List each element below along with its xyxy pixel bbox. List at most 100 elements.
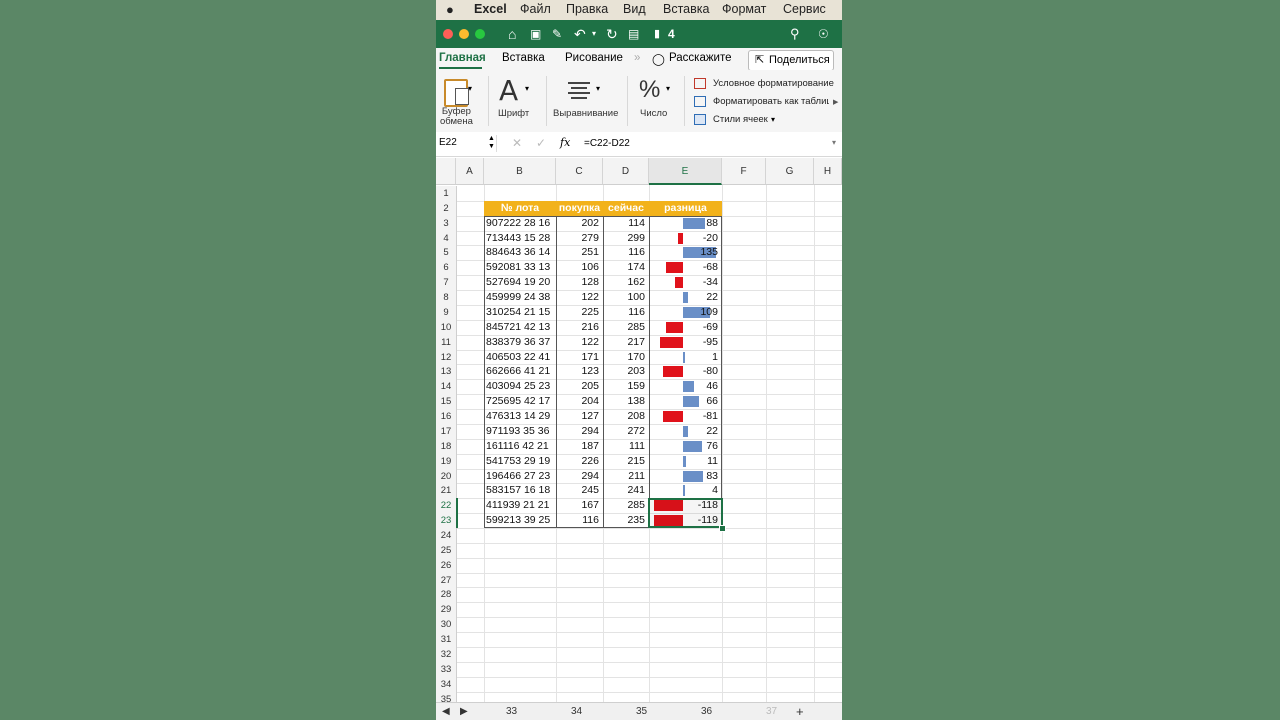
tell-me-label[interactable]: Расскажите	[669, 52, 732, 64]
chevron-down-icon[interactable]: ▾	[771, 115, 775, 124]
menu-insert[interactable]: Вставка	[663, 2, 709, 16]
sheet-tab[interactable]: 35	[636, 706, 647, 717]
align-icon[interactable]	[568, 82, 590, 99]
row-header[interactable]: 6	[436, 260, 457, 276]
scroll-right-icon[interactable]: ▶	[460, 706, 468, 717]
edit-icon[interactable]: ✎	[552, 26, 562, 42]
fill-handle[interactable]	[719, 525, 726, 532]
chevron-right-icon[interactable]: ▶	[833, 98, 838, 106]
column-header[interactable]: E	[649, 158, 722, 185]
font-icon[interactable]: A	[499, 74, 518, 107]
row-header[interactable]: 27	[436, 572, 457, 588]
save-icon[interactable]: ▣	[530, 26, 541, 42]
row-header[interactable]: 31	[436, 632, 457, 648]
cancel-icon[interactable]: ✕	[512, 136, 522, 150]
minimize-window-button[interactable]	[459, 29, 469, 39]
apple-icon[interactable]: ●	[446, 2, 454, 17]
sheet-tab[interactable]: 37	[766, 706, 777, 717]
row-header[interactable]: 11	[436, 334, 457, 350]
add-sheet-button[interactable]: +	[796, 704, 804, 719]
chevron-down-icon[interactable]: ▾	[525, 84, 529, 93]
row-header[interactable]: 34	[436, 676, 457, 692]
row-header[interactable]: 13	[436, 364, 457, 380]
chevron-more-icon[interactable]: »	[634, 52, 640, 64]
menu-view[interactable]: Вид	[623, 2, 646, 16]
row-header[interactable]: 2	[436, 200, 457, 216]
row-header[interactable]: 4	[436, 230, 457, 246]
search-icon[interactable]: ⚲	[790, 26, 800, 42]
select-all-corner[interactable]	[436, 158, 456, 185]
menu-bar: ● Excel Файл Правка Вид Вставка Формат С…	[436, 0, 842, 20]
column-header[interactable]: D	[603, 158, 649, 185]
tab-home[interactable]: Главная	[439, 52, 486, 64]
redo-icon[interactable]: ↻	[606, 26, 618, 42]
scroll-left-icon[interactable]: ◀	[442, 706, 450, 717]
column-header[interactable]: G	[766, 158, 814, 185]
column-header[interactable]: B	[484, 158, 556, 185]
sheet-tab[interactable]: 36	[701, 706, 712, 717]
column-gridline	[814, 185, 815, 705]
close-window-button[interactable]	[443, 29, 453, 39]
sheet-tab[interactable]: 33	[506, 706, 517, 717]
row-header[interactable]: 32	[436, 646, 457, 662]
row-header[interactable]: 14	[436, 379, 457, 395]
percent-icon[interactable]: %	[639, 76, 660, 104]
menu-tools[interactable]: Сервис	[783, 2, 826, 16]
formula-input[interactable]: =C22-D22	[584, 138, 630, 149]
conditional-formatting-button[interactable]: Условное форматирование	[713, 78, 834, 89]
zoom-window-button[interactable]	[475, 29, 485, 39]
sheet-tab[interactable]: 34	[571, 706, 582, 717]
row-header[interactable]: 1	[436, 186, 457, 201]
row-header[interactable]: 15	[436, 394, 457, 410]
name-box[interactable]: E22 ▲ ▼	[436, 135, 497, 152]
share-button[interactable]: ⇱ Поделиться	[748, 50, 834, 71]
row-header[interactable]: 16	[436, 409, 457, 425]
tab-insert[interactable]: Вставка	[502, 52, 545, 64]
spreadsheet-grid[interactable]: A B C D E F G H 1 2 3 4 5 6 7 8 9 10 11 12 13 14 15 16 17 18 19 20 2…	[436, 158, 842, 708]
row-header[interactable]: 30	[436, 617, 457, 633]
row-header[interactable]: 25	[436, 542, 457, 558]
function-icon[interactable]: fx	[560, 136, 570, 149]
chevron-down-icon[interactable]: ▾	[468, 84, 472, 93]
row-header[interactable]: 8	[436, 290, 457, 306]
chevron-down-icon[interactable]: ▾	[592, 26, 596, 42]
row-header[interactable]: 7	[436, 275, 457, 291]
row-header[interactable]: 17	[436, 423, 457, 439]
row-header[interactable]: 26	[436, 557, 457, 573]
row-header[interactable]: 24	[436, 528, 457, 543]
row-header[interactable]: 29	[436, 602, 457, 618]
row-header[interactable]: 10	[436, 319, 457, 335]
row-header[interactable]: 12	[436, 349, 457, 365]
home-icon[interactable]: ⌂	[508, 26, 516, 42]
menu-file[interactable]: Файл	[520, 2, 551, 16]
confirm-icon[interactable]: ✓	[536, 136, 546, 150]
row-header[interactable]: 5	[436, 245, 457, 261]
chevron-down-icon[interactable]: ▾	[832, 138, 836, 147]
row-header[interactable]: 3	[436, 215, 457, 231]
share-person-icon[interactable]: ☉	[818, 26, 829, 42]
row-header[interactable]: 22	[436, 498, 458, 514]
row-header[interactable]: 20	[436, 468, 457, 484]
row-header[interactable]: 28	[436, 587, 457, 603]
row-header[interactable]: 33	[436, 661, 457, 677]
stepper-icon[interactable]: ▲ ▼	[488, 135, 495, 151]
tab-draw[interactable]: Рисование	[565, 52, 623, 64]
chevron-down-icon[interactable]: ▾	[596, 84, 600, 93]
column-header[interactable]: F	[722, 158, 766, 185]
menu-excel[interactable]: Excel	[474, 2, 507, 16]
row-header[interactable]: 19	[436, 453, 457, 469]
row-header[interactable]: 18	[436, 438, 457, 454]
column-header[interactable]: A	[456, 158, 484, 185]
column-header[interactable]: H	[814, 158, 842, 185]
row-header[interactable]: 23	[436, 513, 458, 529]
row-header[interactable]: 9	[436, 304, 457, 320]
row-header[interactable]: 21	[436, 483, 457, 499]
chevron-down-icon[interactable]: ▾	[666, 84, 670, 93]
column-header[interactable]: C	[556, 158, 603, 185]
cell-styles-button[interactable]: Стили ячеек	[713, 114, 768, 125]
menu-format[interactable]: Формат	[722, 2, 766, 16]
menu-edit[interactable]: Правка	[566, 2, 608, 16]
print-icon[interactable]: ▤	[628, 26, 639, 42]
undo-icon[interactable]: ↶	[574, 26, 586, 42]
format-as-table-button[interactable]: Форматировать как таблицу	[713, 96, 829, 107]
